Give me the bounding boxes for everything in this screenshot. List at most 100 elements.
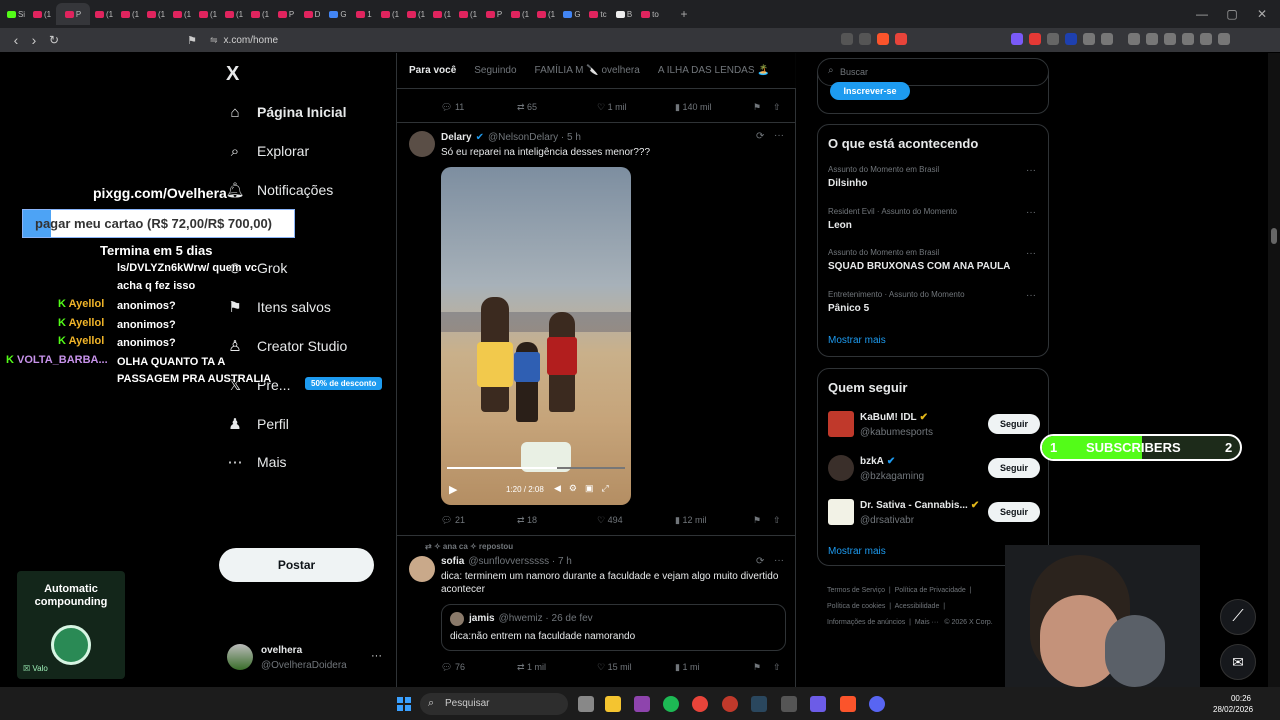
bookmark-icon[interactable]: ⚑ bbox=[753, 515, 761, 526]
follow-name[interactable]: KaBuM! IDL bbox=[860, 412, 917, 423]
browser-tab[interactable]: (1 bbox=[430, 3, 454, 25]
reply-icon[interactable]: 💬︎ 76 bbox=[441, 662, 465, 673]
nav-item-0[interactable]: ⌂ Página Inicial bbox=[227, 100, 346, 124]
volume-icon[interactable]: ◀︎ bbox=[554, 483, 561, 494]
reply-icon[interactable]: 💬︎ 11 bbox=[441, 102, 464, 113]
reload-icon[interactable]: ↻ bbox=[44, 33, 64, 47]
leo-icon[interactable] bbox=[1182, 33, 1194, 45]
start-icon[interactable] bbox=[397, 697, 411, 711]
footer-link[interactable]: Termos de Serviço bbox=[827, 587, 885, 594]
account-avatar[interactable] bbox=[227, 644, 253, 670]
follow-button[interactable]: Seguir bbox=[988, 458, 1040, 478]
browser-tab[interactable]: Si bbox=[4, 3, 28, 25]
browser-tab[interactable]: (1 bbox=[508, 3, 532, 25]
settings-icon[interactable]: ⚙ bbox=[569, 483, 577, 494]
repost-icon[interactable]: ⇄ 65 bbox=[517, 102, 537, 113]
address-bar[interactable]: ⇋ x.com/home bbox=[210, 32, 278, 48]
browser-tab[interactable]: (1 bbox=[456, 3, 480, 25]
pip-icon[interactable]: ▣ bbox=[585, 483, 594, 494]
trend-title[interactable]: Dilsinho bbox=[828, 178, 867, 189]
views-icon[interactable]: ▮ 12 mil bbox=[675, 515, 706, 526]
nav-item-2[interactable]: 🔔︎ Notificações bbox=[225, 178, 333, 202]
extension-icon[interactable] bbox=[1101, 33, 1113, 45]
follow-avatar[interactable] bbox=[828, 411, 854, 437]
post-more-icon[interactable]: ··· bbox=[774, 555, 784, 566]
author-avatar[interactable] bbox=[409, 131, 435, 157]
browser-tab[interactable]: 1 bbox=[352, 3, 376, 25]
account-menu-icon[interactable]: ··· bbox=[371, 650, 382, 662]
follow-button[interactable]: Seguir bbox=[988, 414, 1040, 434]
browser-tab[interactable]: (1 bbox=[92, 3, 116, 25]
post-video[interactable]: ▶ 1:20 / 2:08 ◀︎ ⚙ ▣ ⤢ bbox=[441, 167, 631, 505]
bookmark-icon[interactable]: ⚑ bbox=[753, 662, 761, 673]
repost-icon[interactable]: ⇄ 1 mil bbox=[517, 662, 546, 673]
brave-shield-icon[interactable] bbox=[877, 33, 889, 45]
trend-more-icon[interactable]: ··· bbox=[1026, 207, 1036, 218]
app-icon[interactable] bbox=[781, 696, 797, 712]
share-icon[interactable]: ⇧ bbox=[773, 102, 781, 113]
post-button[interactable]: Postar bbox=[219, 548, 374, 582]
chrome-icon[interactable] bbox=[692, 696, 708, 712]
share-icon[interactable]: ⇧ bbox=[773, 515, 781, 526]
brave-rewards-icon[interactable] bbox=[895, 33, 907, 45]
footer-link[interactable]: Política de Privacidade bbox=[895, 587, 966, 594]
browser-tab[interactable]: P bbox=[56, 3, 90, 25]
browser-tab[interactable]: (1 bbox=[30, 3, 54, 25]
video-progress-track[interactable] bbox=[447, 467, 625, 469]
trend-title[interactable]: SQUAD BRUXONAS COM ANA PAULA bbox=[828, 261, 1010, 272]
views-icon[interactable]: ▮ 140 mil bbox=[675, 102, 711, 113]
browser-tab[interactable]: P bbox=[482, 3, 506, 25]
footer-link[interactable]: Política de cookies bbox=[827, 603, 885, 610]
footer-link[interactable]: Acessibilidade bbox=[895, 603, 940, 610]
browser-tab[interactable]: (1 bbox=[404, 3, 428, 25]
extension-icon[interactable] bbox=[1011, 33, 1023, 45]
vpn-icon[interactable] bbox=[1200, 33, 1212, 45]
footer-link[interactable]: Informações de anúncios bbox=[827, 619, 905, 626]
browser-tab[interactable]: (1 bbox=[144, 3, 168, 25]
grok-float-icon[interactable]: ⟋ bbox=[1220, 599, 1256, 635]
browser-tab[interactable]: P bbox=[274, 3, 298, 25]
sidebar-icon[interactable] bbox=[1146, 33, 1158, 45]
apps-icon[interactable] bbox=[634, 696, 650, 712]
browser-tab[interactable]: B bbox=[612, 3, 636, 25]
nav-item-8[interactable]: ♟ Perfil bbox=[227, 412, 289, 436]
messages-float-icon[interactable]: ✉ bbox=[1220, 644, 1256, 680]
browser-tab[interactable]: tc bbox=[586, 3, 610, 25]
extension-icon[interactable] bbox=[1065, 33, 1077, 45]
screen-icon[interactable] bbox=[841, 33, 853, 45]
timeline-tab[interactable]: Para você bbox=[409, 65, 456, 76]
trend-title[interactable]: Pânico 5 bbox=[828, 303, 869, 314]
extension-icon[interactable] bbox=[1029, 33, 1041, 45]
reply-icon[interactable]: 💬︎ 21 bbox=[441, 515, 465, 526]
extension-icon[interactable] bbox=[1047, 33, 1059, 45]
like-icon[interactable]: ♡ 1 mil bbox=[597, 102, 627, 113]
bookmark-page-icon[interactable]: ⚑ bbox=[182, 34, 202, 47]
browser-tab[interactable]: G bbox=[560, 3, 584, 25]
brave-icon[interactable] bbox=[840, 696, 856, 712]
nav-item-1[interactable]: ⌕ Explorar bbox=[227, 139, 309, 163]
taskbar-search[interactable]: ⌕ Pesquisar bbox=[420, 693, 568, 715]
browser-tab[interactable]: D bbox=[300, 3, 324, 25]
follow-name[interactable]: Dr. Sativa - Cannabis... bbox=[860, 500, 968, 511]
discord-icon[interactable] bbox=[869, 696, 885, 712]
browser-tab[interactable]: G bbox=[326, 3, 350, 25]
author-name[interactable]: Delary bbox=[441, 132, 472, 143]
back-icon[interactable]: ‹ bbox=[6, 32, 26, 48]
browser-tab[interactable]: (1 bbox=[378, 3, 402, 25]
show-more-link[interactable]: Mostrar mais bbox=[828, 546, 886, 557]
share-icon[interactable]: ⇧ bbox=[773, 662, 781, 673]
scrollbar-thumb[interactable] bbox=[1271, 228, 1277, 244]
opera-icon[interactable] bbox=[722, 696, 738, 712]
trend-title[interactable]: Leon bbox=[828, 220, 852, 231]
author-avatar[interactable] bbox=[409, 556, 435, 582]
follow-name[interactable]: bzkA bbox=[860, 456, 884, 467]
page-scrollbar[interactable] bbox=[1268, 53, 1280, 687]
close-window-icon[interactable]: ✕ bbox=[1248, 7, 1276, 21]
follow-avatar[interactable] bbox=[828, 455, 854, 481]
like-icon[interactable]: ♡ 494 bbox=[597, 515, 623, 526]
like-icon[interactable]: ♡ 15 mil bbox=[597, 662, 632, 673]
minimize-icon[interactable]: — bbox=[1188, 7, 1216, 21]
follow-button[interactable]: Seguir bbox=[988, 502, 1040, 522]
fullscreen-icon[interactable]: ⤢ bbox=[602, 483, 609, 494]
puzzle-icon[interactable] bbox=[1083, 33, 1095, 45]
